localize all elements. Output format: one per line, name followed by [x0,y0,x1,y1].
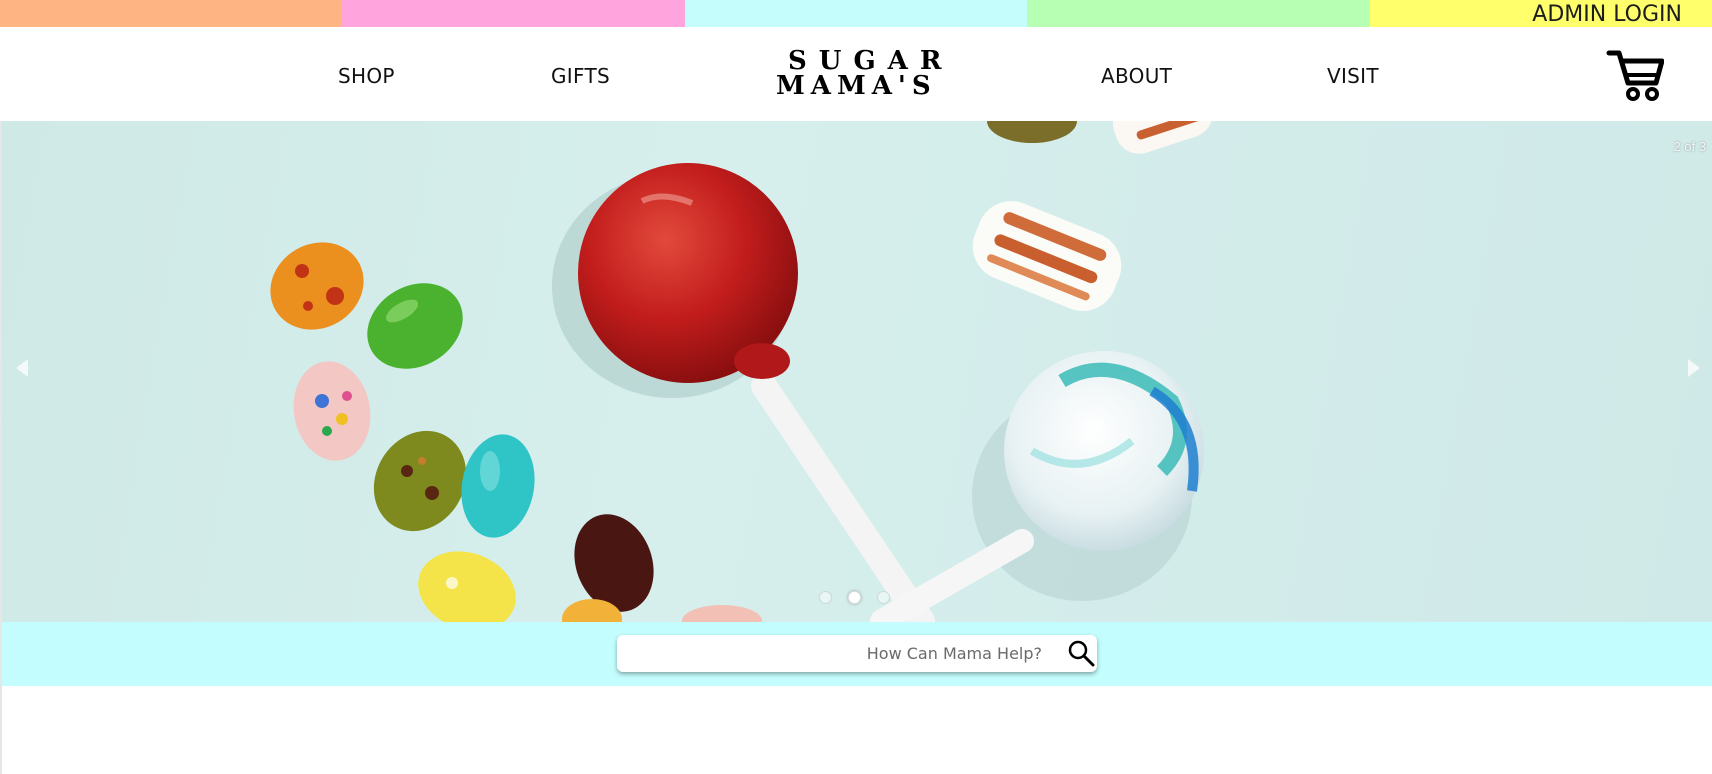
carousel-dot-3[interactable] [877,591,890,604]
chevron-right-icon[interactable] [1682,353,1706,383]
main-navbar: SHOP GIFTS SUGAR MAMA'S ABOUT VISIT [0,27,1712,121]
nav-link-shop[interactable]: SHOP [338,64,395,88]
strip-segment-cyan [684,0,1028,27]
search-icon[interactable] [1067,639,1095,667]
candy-hero-image [270,121,1213,622]
brand-logo[interactable]: SUGAR MAMA'S [776,48,941,101]
logo-line-2: MAMA'S [776,71,937,101]
top-color-strip [0,0,1712,27]
hero-carousel[interactable]: 2 of 3 [2,121,1712,622]
search-box [617,635,1097,672]
search-band [2,622,1712,686]
strip-segment-orange [0,0,343,27]
nav-link-visit[interactable]: VISIT [1327,64,1379,88]
carousel-indicators [819,591,890,604]
admin-login-link[interactable]: ADMIN LOGIN [1532,1,1682,28]
strip-segment-green [1027,0,1370,27]
carousel-dot-2[interactable] [848,591,861,604]
chevron-left-icon[interactable] [10,353,34,383]
nav-link-about[interactable]: ABOUT [1101,64,1172,88]
shopping-cart-icon[interactable] [1606,47,1664,103]
nav-link-gifts[interactable]: GIFTS [551,64,610,88]
slide-counter: 2 of 3 [1673,139,1706,154]
carousel-dot-1[interactable] [819,591,832,604]
strip-segment-pink [342,0,685,27]
search-input[interactable] [627,639,1042,668]
